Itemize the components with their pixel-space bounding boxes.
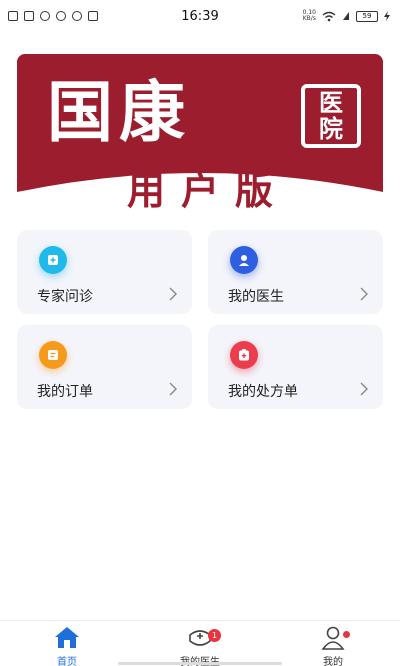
status-icons-right: 0.10 KB/s 59 [303,10,390,22]
doctor-icon [230,246,258,274]
nav-label: 首页 [57,657,77,666]
status-bar: 16:39 0.10 KB/s 59 [0,0,400,34]
banner-subtitle: 用户版 [126,169,289,212]
card-label: 我的处方单 [228,384,298,400]
notification-dot [343,631,350,638]
wifi-icon [322,11,336,21]
chevron-right-icon [360,287,368,301]
hospital-seal: 医 院 [301,84,361,148]
chevron-right-icon [169,287,177,301]
card-expert-consultation[interactable]: 专家问诊 [17,230,192,314]
notification-badge: 1 [208,629,221,642]
order-icon [39,341,67,369]
card-my-doctor[interactable]: 我的医生 [208,230,383,314]
signal-icon [343,12,349,20]
nav-label: 我的 [323,657,343,666]
home-icon [55,627,79,648]
nav-profile[interactable]: 我的 [293,625,373,666]
card-label: 我的医生 [228,289,284,305]
bottom-navigation: 首页 1 我的医生 我的 [0,620,400,666]
hospital-name: 国康 [47,73,191,151]
plus-document-icon [39,246,67,274]
charging-icon [384,11,390,21]
battery-indicator: 59 [356,10,378,22]
nav-my-doctor[interactable]: 1 我的医生 [160,625,240,666]
chevron-right-icon [169,382,177,396]
card-label: 我的订单 [37,384,93,400]
hospital-banner: 国康 医 院 用户版 [17,54,383,212]
home-indicator[interactable] [118,662,282,665]
nav-home[interactable]: 首页 [27,625,107,666]
prescription-icon [230,341,258,369]
card-my-prescriptions[interactable]: 我的处方单 [208,325,383,409]
user-icon [321,626,345,650]
card-label: 专家问诊 [37,289,93,305]
network-speed: 0.10 KB/s [302,9,316,22]
chevron-right-icon [360,382,368,396]
card-my-orders[interactable]: 我的订单 [17,325,192,409]
